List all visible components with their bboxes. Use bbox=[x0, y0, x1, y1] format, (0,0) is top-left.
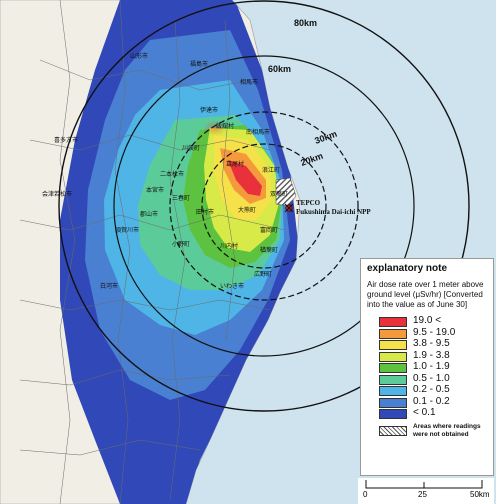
legend-range-label: 0.5 - 1.0 bbox=[413, 372, 450, 384]
legend-swatch bbox=[379, 317, 407, 327]
legend-swatch bbox=[379, 363, 407, 373]
legend-swatch bbox=[379, 351, 407, 362]
legend-na-label: Areas where readings were not obtained bbox=[413, 422, 481, 438]
place-label: 須賀川市 bbox=[115, 226, 139, 234]
place-label: 二本松市 bbox=[160, 170, 184, 178]
place-label: 白河市 bbox=[100, 282, 118, 290]
legend-swatch bbox=[379, 374, 407, 385]
place-label: 飯舘村 bbox=[216, 122, 234, 130]
hatch-swatch bbox=[379, 425, 407, 436]
legend-row: < 0.1 bbox=[367, 407, 487, 420]
legend-swatch bbox=[379, 409, 407, 419]
ring-label-80km: 80km bbox=[294, 18, 317, 28]
legend-swatch bbox=[379, 397, 407, 408]
place-label: 南相馬市 bbox=[246, 128, 270, 136]
place-label: 三春町 bbox=[172, 194, 190, 202]
scale-bar: 0 25 50km bbox=[358, 478, 494, 504]
map-stage: 80km 60km 30km 20km TEPCO Fukushima Dai-… bbox=[0, 0, 496, 504]
legend-range-label: 1.0 - 1.9 bbox=[413, 361, 450, 372]
legend-range-label: 0.1 - 0.2 bbox=[413, 395, 450, 407]
place-label: 相馬市 bbox=[240, 78, 258, 86]
legend-range-label: 0.2 - 0.5 bbox=[413, 384, 450, 395]
legend-range-label: 1.9 - 3.8 bbox=[413, 349, 450, 361]
legend-range-label: 3.8 - 9.5 bbox=[413, 338, 450, 349]
legend-range-label: 19.0 < bbox=[413, 315, 442, 326]
place-label: 郡山市 bbox=[140, 210, 158, 218]
legend-title: explanatory note bbox=[367, 263, 448, 274]
place-label: 浪江町 bbox=[262, 166, 280, 174]
legend-range-label: 9.5 - 19.0 bbox=[413, 326, 456, 338]
place-label: いわき市 bbox=[220, 282, 244, 290]
place-label: 喜多方市 bbox=[54, 136, 78, 144]
scale-tick-50: 50km bbox=[470, 490, 490, 499]
place-label: 山形市 bbox=[130, 52, 148, 60]
place-label: 葛尾村 bbox=[226, 160, 244, 168]
place-label: 双葉町 bbox=[270, 190, 288, 198]
place-label: 小野町 bbox=[172, 240, 190, 248]
place-label: 伊達市 bbox=[200, 106, 218, 114]
place-label: 本宮市 bbox=[146, 186, 164, 194]
place-label: 福島市 bbox=[190, 60, 208, 68]
plant-name: TEPCO bbox=[296, 199, 321, 207]
place-label: 会津若松市 bbox=[42, 190, 72, 198]
legend-panel: explanatory note Air dose rate over 1 me… bbox=[360, 258, 494, 476]
place-label: 大熊町 bbox=[238, 206, 256, 214]
ring-label-60km: 60km bbox=[268, 64, 291, 74]
legend-swatch bbox=[379, 328, 407, 339]
scale-tick-0: 0 bbox=[363, 490, 368, 499]
place-label: 川俣町 bbox=[182, 144, 200, 152]
place-label: 富岡町 bbox=[260, 226, 278, 234]
legend-swatch bbox=[379, 386, 407, 396]
place-label: 川内村 bbox=[220, 242, 238, 250]
legend-swatch bbox=[379, 340, 407, 350]
place-label: 広野町 bbox=[254, 270, 272, 278]
legend-ranges: 19.0 <9.5 - 19.0 3.8 - 9.5 1.9 - 3.8 1.0 - … bbox=[367, 315, 487, 420]
legend-description: Air dose rate over 1 meter above ground … bbox=[367, 280, 484, 309]
plant-subname: Fukushima Dai-ichi NPP bbox=[296, 208, 371, 216]
place-label: 楢葉町 bbox=[260, 246, 278, 254]
place-label: 田村市 bbox=[196, 208, 214, 216]
scale-tick-25: 25 bbox=[418, 490, 427, 499]
legend-na-row: Areas where readings were not obtained bbox=[367, 423, 487, 439]
legend-range-label: < 0.1 bbox=[413, 407, 436, 418]
